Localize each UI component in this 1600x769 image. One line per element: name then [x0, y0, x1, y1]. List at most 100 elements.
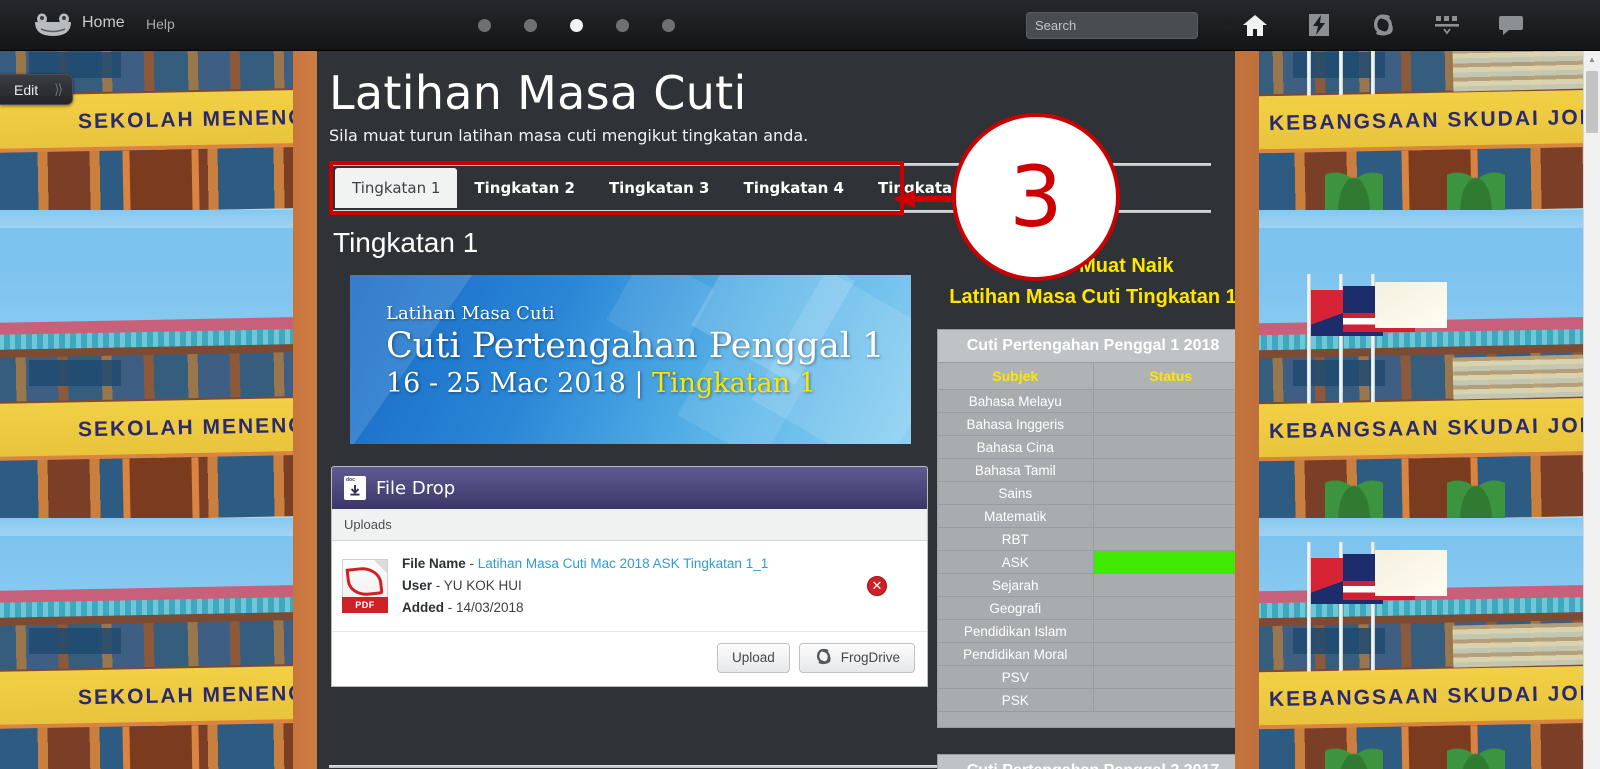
chat-bubble-icon[interactable]	[1494, 10, 1528, 40]
added-value: 14/03/2018	[456, 600, 524, 616]
status-cell	[1092, 389, 1235, 413]
flash-icon[interactable]	[1302, 10, 1336, 40]
annotation-step-number: 3	[952, 113, 1120, 281]
table-row: Bahasa Inggeris	[937, 412, 1235, 436]
apps-menu-icon[interactable]	[1430, 10, 1464, 40]
edit-button[interactable]: Edit ⟩⟩	[0, 74, 74, 105]
frogdrive-button-label: FrogDrive	[840, 650, 900, 666]
table-row: Pendidikan Moral	[937, 642, 1235, 666]
doc-download-icon: doc	[344, 476, 366, 501]
school-photo-tile: SEKOLAH MENENG	[0, 268, 293, 536]
banner-subtitle: 16 - 25 Mac 2018 | Tingkatan 1	[386, 368, 884, 400]
school-sign-text: SEKOLAH MENENG	[78, 413, 293, 442]
table-row: PSV	[937, 665, 1235, 689]
table-row: ASK	[937, 550, 1235, 574]
table-row: Bahasa Melayu	[937, 389, 1235, 413]
school-sign-text: KEBANGSAAN SKUDAI JOHO	[1268, 681, 1600, 712]
upload-list-item: PDF File Name - Latihan Masa Cuti Mac 20…	[332, 541, 927, 632]
banner-image: Latihan Masa Cuti Cuti Pertengahan Pengg…	[350, 275, 911, 445]
nav-link-home[interactable]: Home	[82, 14, 125, 32]
added-row: Added - 14/03/2018	[402, 600, 524, 616]
frog-spiral-icon[interactable]	[1366, 10, 1400, 40]
frog-spiral-icon	[814, 647, 833, 669]
page-dot-2[interactable]	[524, 19, 537, 32]
subject-cell: Sains	[937, 481, 1094, 505]
pdf-icon-label: PDF	[342, 597, 388, 614]
search-box[interactable]	[1026, 12, 1236, 39]
user-label: User	[402, 578, 433, 594]
status-table-penggal-1: Cuti Pertengahan Penggal 1 2018 Subjek S…	[937, 329, 1235, 728]
frog-logo-icon[interactable]	[34, 12, 72, 38]
subject-cell: Bahasa Cina	[937, 435, 1094, 459]
page-dot-3[interactable]	[570, 19, 583, 32]
top-navigation-bar: Home Help	[0, 0, 1600, 51]
frogdrive-button[interactable]: FrogDrive	[798, 642, 915, 673]
column-header-subjek: Subjek	[937, 362, 1094, 390]
subject-cell: Sejarah	[937, 573, 1094, 597]
uploads-label: Uploads	[332, 509, 927, 542]
added-label: Added	[402, 600, 444, 616]
subject-cell: ASK	[937, 550, 1094, 574]
user-row: User - YU KOK HUI	[402, 578, 522, 594]
status-cell-complete	[1092, 550, 1235, 574]
table-row: PSK	[937, 688, 1235, 712]
status-cell	[1092, 688, 1235, 712]
status-cell	[1092, 596, 1235, 620]
file-name-link[interactable]: Latihan Masa Cuti Mac 2018 ASK Tingkatan…	[478, 556, 768, 571]
page-indicator-dots	[478, 19, 675, 32]
subject-cell: PSV	[937, 665, 1094, 689]
scrollbar-up-arrow-icon[interactable]: ▲	[1584, 51, 1600, 68]
subject-cell: Bahasa Melayu	[937, 389, 1094, 413]
table-header-row: Subjek Status	[937, 362, 1235, 390]
status-cell	[1092, 665, 1235, 689]
tab-tingkatan-1[interactable]: Tingkatan 1	[335, 168, 458, 209]
school-sign-text: KEBANGSAAN SKUDAI JOHO	[1268, 105, 1600, 136]
tab-tingkatan-4[interactable]: Tingkatan 4	[726, 168, 861, 208]
upload-button[interactable]: Upload	[716, 642, 790, 673]
status-cell	[1092, 481, 1235, 505]
table-row: Bahasa Tamil	[937, 458, 1235, 482]
banner-title: Cuti Pertengahan Penggal 1	[386, 326, 885, 367]
column-header-status: Status	[1092, 362, 1235, 390]
search-input[interactable]	[1027, 18, 1219, 33]
table-row: Geografi	[937, 596, 1235, 620]
table-caption: Cuti Pertengahan Penggal 1 2018	[937, 329, 1235, 363]
page-dot-4[interactable]	[616, 19, 629, 32]
file-drop-actions: Upload FrogDrive	[332, 632, 927, 686]
subject-cell: Matematik	[937, 504, 1094, 528]
school-photo-tile: KEBANGSAAN SKUDAI JOHO	[1259, 536, 1600, 769]
home-icon[interactable]	[1238, 10, 1272, 40]
scrollbar-thumb[interactable]	[1586, 71, 1598, 133]
status-table-penggal-2: Cuti Pertengahan Penggal 2 2017	[937, 754, 1235, 769]
status-cell	[1092, 412, 1235, 436]
page-dot-1[interactable]	[478, 19, 491, 32]
chevron-right-double-icon: ⟩⟩	[54, 81, 63, 97]
subject-cell: PSK	[937, 688, 1094, 712]
tab-tingkatan-2[interactable]: Tingkatan 2	[457, 168, 592, 208]
subject-cell: Bahasa Inggeris	[937, 412, 1094, 436]
file-name-label: File Name	[402, 556, 466, 572]
nav-link-help[interactable]: Help	[146, 16, 175, 32]
upload-button-label: Upload	[731, 650, 775, 666]
banner-form-highlight: Tingkatan 1	[652, 367, 816, 399]
table-row: Pendidikan Islam	[937, 619, 1235, 643]
school-photo-tile: KEBANGSAAN SKUDAI JOHO	[1259, 268, 1600, 536]
status-cell	[1092, 504, 1235, 528]
status-cell	[1092, 619, 1235, 643]
edit-button-label: Edit	[14, 81, 39, 98]
delete-x-icon[interactable]: ✕	[867, 576, 887, 597]
table-row: Matematik	[937, 504, 1235, 528]
school-sign-text: KEBANGSAAN SKUDAI JOHO	[1268, 413, 1600, 444]
background-photo-right: KEBANGSAAN SKUDAI JOHO KEBANGSAAN SKUDAI…	[1259, 0, 1600, 769]
status-cell	[1092, 573, 1235, 597]
subject-cell: Pendidikan Moral	[937, 642, 1094, 666]
table-caption: Cuti Pertengahan Penggal 2 2017	[937, 754, 1235, 769]
page-dot-5[interactable]	[662, 19, 675, 32]
search-icon[interactable]	[1219, 17, 1236, 34]
file-drop-header: doc File Drop	[332, 467, 927, 510]
status-cell	[1092, 435, 1235, 459]
page-scrollbar[interactable]: ▲	[1583, 51, 1600, 769]
tab-tingkatan-3[interactable]: Tingkatan 3	[592, 168, 727, 208]
annotation-arrow-left-icon	[892, 190, 959, 208]
file-name-row: File Name - Latihan Masa Cuti Mac 2018 A…	[402, 556, 769, 572]
